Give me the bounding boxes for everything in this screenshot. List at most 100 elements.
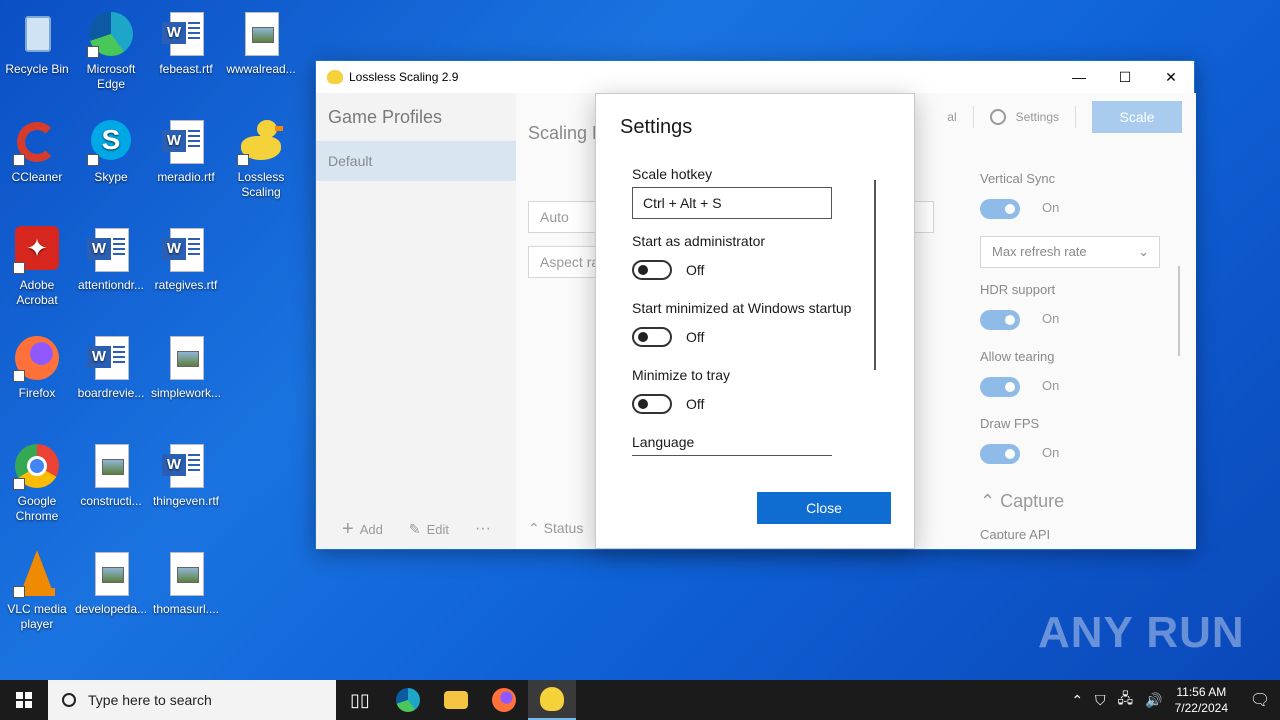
nav-divider [972,106,974,128]
start-admin-label: Start as administrator [632,233,766,249]
start-minimized-label: Start minimized at Windows startup [632,300,852,316]
profile-item-default[interactable]: Default [316,141,516,181]
vertical-sync-state: On [1042,200,1060,215]
nav-item-partial[interactable]: al [947,110,956,124]
desktop-icon-wwwalread[interactable]: wwwalread... [224,4,298,104]
chevron-up-icon: ⌃ [528,520,540,536]
vertical-sync-label: Vertical Sync [980,171,1056,186]
vertical-sync-toggle[interactable] [980,199,1020,219]
minimize-button[interactable]: — [1056,61,1102,93]
desktop-icon-thomasurl[interactable]: thomasurl.... [149,544,223,644]
settings-nav-button[interactable]: Settings [989,109,1059,125]
scale-button[interactable]: Scale [1092,101,1182,133]
refresh-rate-select[interactable]: Max refresh rate ⌄ [980,236,1160,268]
close-button[interactable]: Close [757,492,891,524]
desktop-icon-ccleaner[interactable]: CCleaner [0,112,74,212]
more-icon: ··· [474,520,491,537]
desktop-icon-vlc[interactable]: VLC media player [0,544,74,644]
right-panel-scrollbar[interactable] [1178,266,1180,356]
lossless-scaling-icon [237,118,285,166]
windows-logo-icon [16,692,32,708]
settings-dialog-content: Scale hotkey Ctrl + Alt + S Start as adm… [632,158,872,456]
desktop-icon-label: Skype [94,170,128,184]
desktop-icon-meradio[interactable]: W meradio.rtf [149,112,223,212]
clock[interactable]: 11:56 AM 7/22/2024 [1175,684,1228,716]
capture-section-header[interactable]: ⌃ Capture [980,491,1064,512]
word-doc-icon: W [162,118,210,166]
desktop-icon-label: Microsoft Edge [86,62,136,91]
desktop-icon-firefox[interactable]: Firefox [0,328,74,428]
search-placeholder: Type here to search [88,692,212,708]
image-file-icon [162,334,210,382]
start-minimized-toggle[interactable] [632,327,672,347]
desktop-icon-attentiondr[interactable]: W attentiondr... [74,220,148,320]
language-label: Language [632,434,695,450]
desktop-icon-febeast[interactable]: W febeast.rtf [149,4,223,104]
desktop-icon-constructi[interactable]: constructi... [74,436,148,536]
desktop-icon-boardrevie[interactable]: W boardrevie... [74,328,148,428]
start-admin-toggle[interactable] [632,260,672,280]
scale-hotkey-input[interactable]: Ctrl + Alt + S [632,187,832,219]
close-window-button[interactable]: ✕ [1148,61,1194,93]
desktop-icon-adobe-acrobat[interactable]: ✦ Adobe Acrobat [0,220,74,320]
search-icon [62,693,76,707]
hdr-support-toggle[interactable] [980,310,1020,330]
settings-dialog-title: Settings [620,116,693,138]
desktop-icon-label: Lossless Scaling [237,170,285,199]
settings-dialog-scrollbar[interactable] [874,180,876,370]
anyrun-watermark: ANY RUN [1038,608,1245,657]
word-doc-icon: W [162,226,210,274]
allow-tearing-toggle[interactable] [980,377,1020,397]
security-icon[interactable]: ⛉ [1095,692,1106,709]
volume-icon[interactable]: 🔊 [1145,692,1162,709]
task-view-button[interactable]: ▯▯ [336,680,384,720]
add-profile-button[interactable]: + Add [342,518,383,541]
add-label: Add [359,521,383,537]
desktop-icon-skype[interactable]: S Skype [74,112,148,212]
desktop-icon-label: thomasurl.... [152,602,220,616]
capture-api-label: Capture API [980,527,1051,539]
aspect-ratio-value: Aspect ra [540,254,600,270]
edit-label: Edit [426,521,449,537]
gear-icon [989,109,1006,125]
desktop-icon-label: constructi... [80,494,142,508]
desktop-icon-recycle-bin[interactable]: Recycle Bin [0,4,74,104]
minimize-to-tray-toggle[interactable] [632,394,672,414]
desktop-icon-simplework[interactable]: simplework... [149,328,223,428]
desktop-icon-microsoft-edge[interactable]: Microsoft Edge [74,4,148,104]
network-icon[interactable]: 🖧 [1118,688,1134,712]
desktop-icon-developeda[interactable]: developeda... [74,544,148,644]
draw-fps-state: On [1042,445,1060,460]
scaling-mode-value: Auto [540,209,569,225]
duck-icon [540,687,564,711]
title-bar[interactable]: Lossless Scaling 2.9 — ☐ ✕ [316,61,1194,93]
taskbar-firefox[interactable] [480,680,528,720]
taskbar-file-explorer[interactable] [432,680,480,720]
refresh-rate-value: Max refresh rate [992,244,1087,259]
taskbar-search[interactable]: Type here to search [48,680,336,720]
draw-fps-toggle[interactable] [980,444,1020,464]
chevron-up-icon[interactable]: ⌃ [1071,692,1083,709]
desktop-icon-thingeven[interactable]: W thingeven.rtf [149,436,223,536]
language-select[interactable] [632,455,832,456]
desktop-icon-lossless-scaling[interactable]: Lossless Scaling [224,112,298,212]
notifications-icon[interactable]: 🗨 [1240,690,1280,710]
taskbar-edge[interactable] [384,680,432,720]
image-file-icon [87,442,135,490]
more-options-button[interactable]: ··· [475,520,491,538]
allow-tearing-label: Allow tearing [980,349,1055,364]
desktop-icon-rategives[interactable]: W rategives.rtf [149,220,223,320]
desktop-icon-label: simplework... [150,386,221,400]
taskbar: Type here to search ▯▯ ⌃ ⛉ 🖧 🔊 11:56 AM … [0,680,1280,720]
taskbar-lossless-scaling[interactable] [528,680,576,720]
minimize-to-tray-state: Off [686,396,705,412]
maximize-button[interactable]: ☐ [1102,61,1148,93]
hdr-support-state: On [1042,311,1060,326]
start-button[interactable] [0,680,48,720]
desktop-icon-google-chrome[interactable]: Google Chrome [0,436,74,536]
image-file-icon [162,550,210,598]
image-file-icon [237,10,285,58]
firefox-icon [492,688,516,712]
edit-profile-button[interactable]: ✎ Edit [409,521,449,538]
status-toggle[interactable]: ⌃ Status [528,520,583,537]
